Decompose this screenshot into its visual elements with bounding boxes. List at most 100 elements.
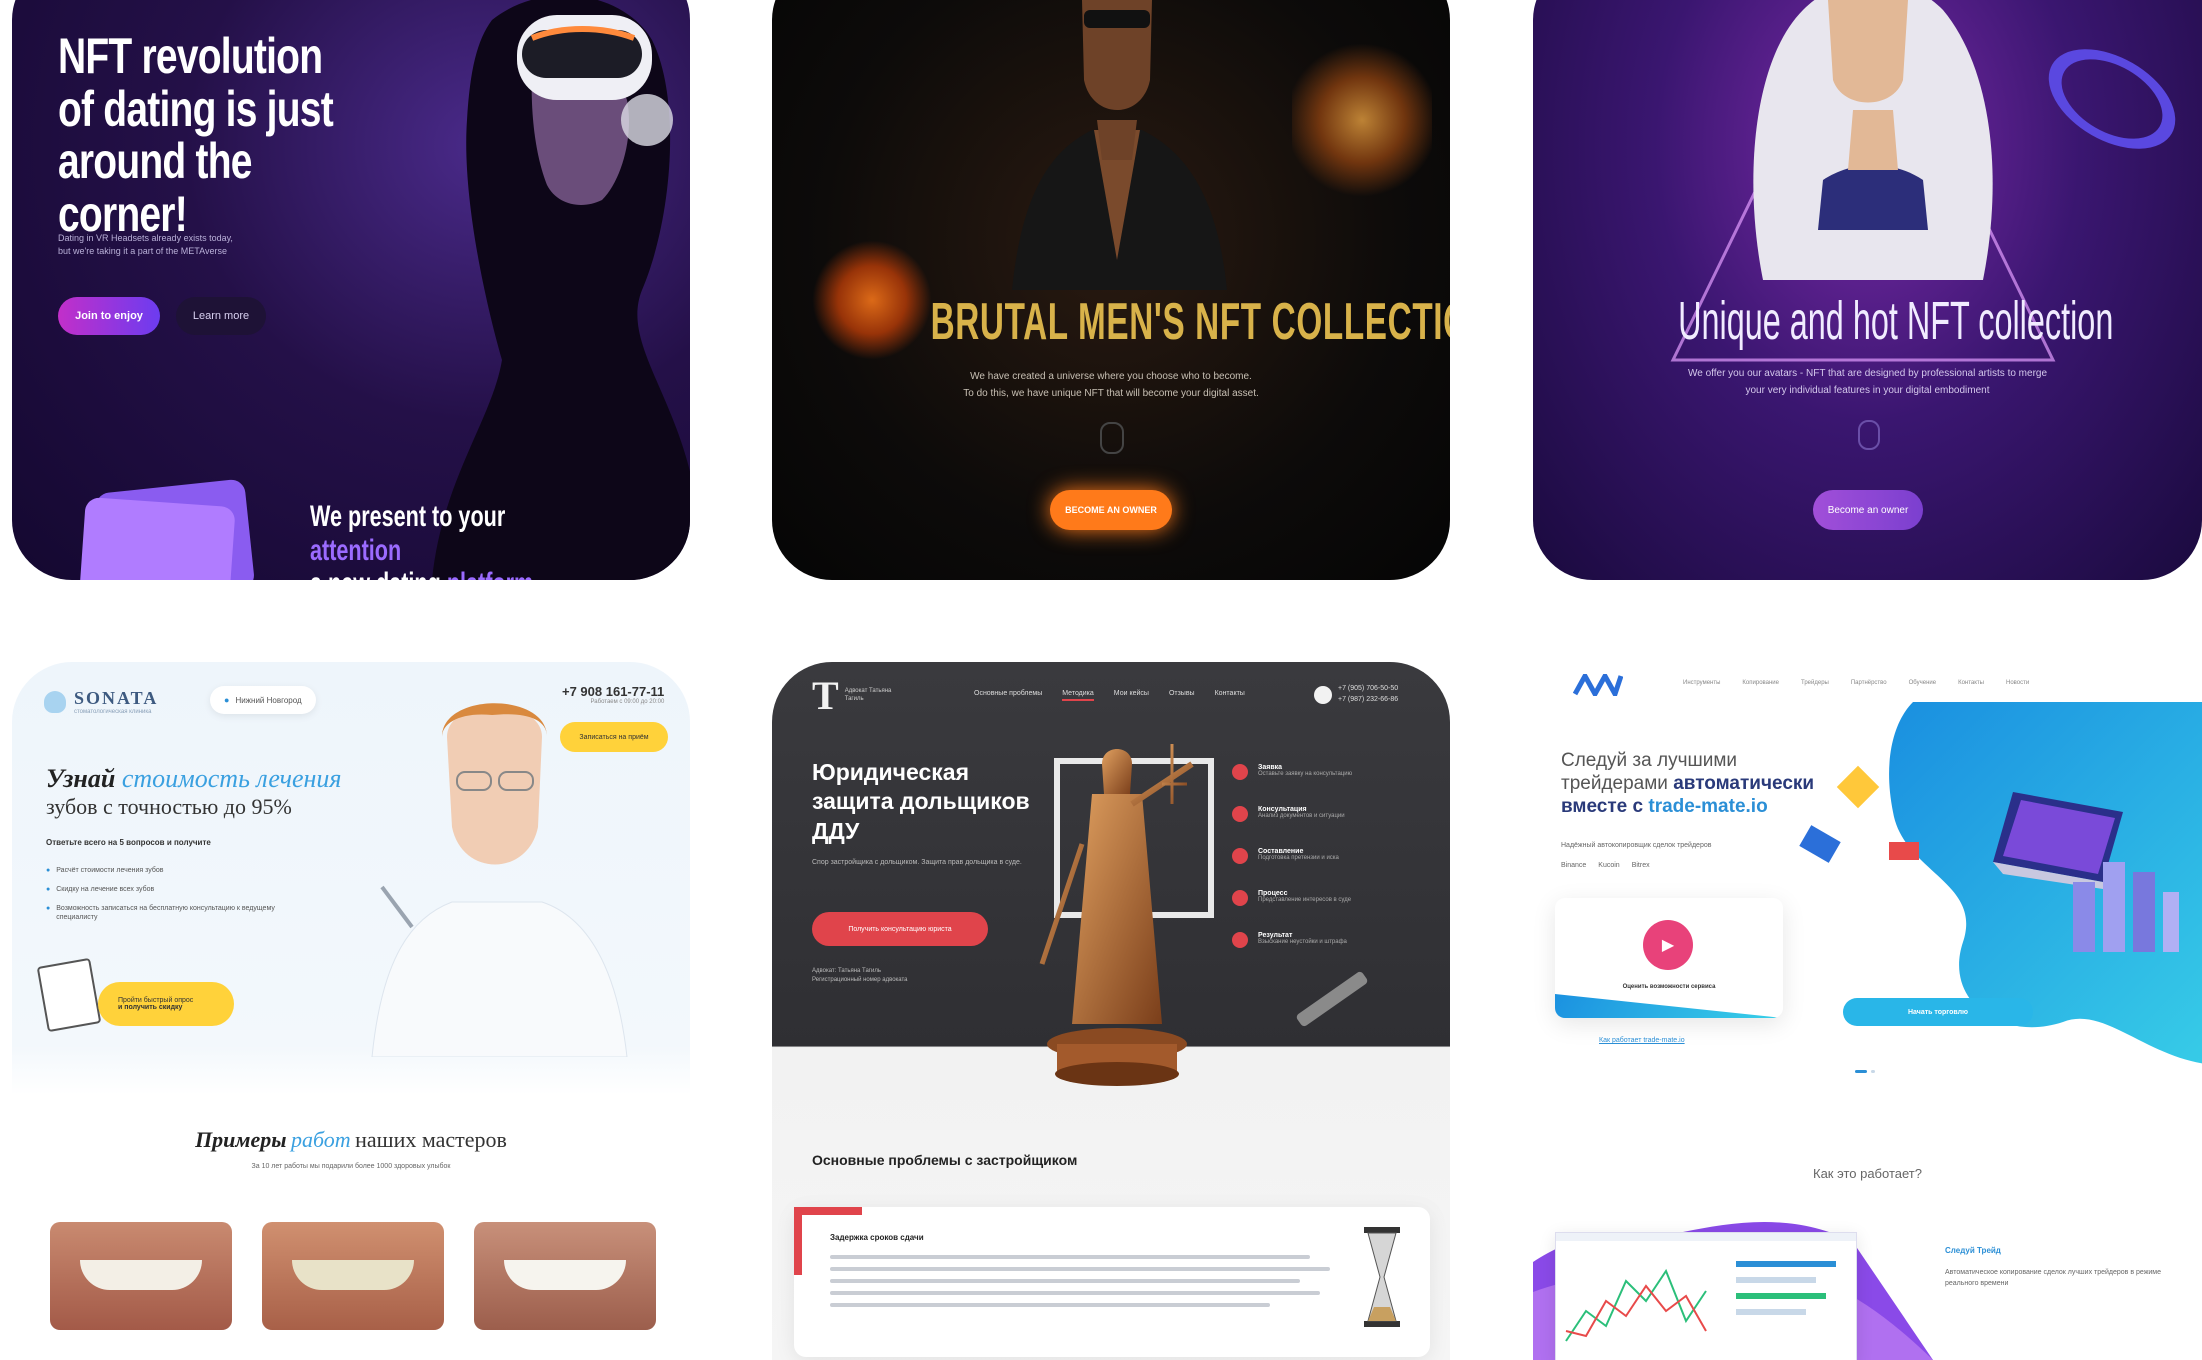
bullet-1: Расчёт стоимости лечения зубов — [56, 867, 164, 874]
examples-title: Примеры работ наших мастеров — [12, 1127, 690, 1153]
brutal-nft-card[interactable]: BRUTAL MEN'S NFT COLLECTION We have crea… — [772, 0, 1450, 580]
legal-headline: Юридическая защита дольщиков ДДУ — [812, 758, 1030, 846]
nav-item-contacts[interactable]: Контакты — [1215, 690, 1245, 701]
phone-2[interactable]: +7 (987) 232-66-86 — [1338, 695, 1398, 706]
tagline-2b: platform — [447, 567, 533, 580]
step-5-title: Результат — [1258, 932, 1293, 939]
trade-subtext: Надёжный автокопировщик сделок трейдеров — [1561, 842, 1712, 849]
brutal-title-wrap: BRUTAL MEN'S NFT COLLECTION — [772, 292, 1450, 352]
how-it-works-link[interactable]: Как работает trade-mate.io — [1599, 1037, 1685, 1044]
headline-2: защита дольщиков — [812, 788, 1030, 815]
trade-mate-card[interactable]: Инструменты Копирование Трейдеры Партнёр… — [1533, 662, 2202, 1360]
how-title: Как это работает? — [1813, 1166, 1922, 1181]
headline-3: ДДУ — [812, 817, 860, 844]
step-2-title: Консультация — [1258, 806, 1307, 813]
step-4-title: Процесс — [1258, 890, 1288, 897]
logo-letter: T — [812, 673, 839, 718]
bullet-3: Возможность записаться на бесплатную кон… — [56, 905, 275, 922]
hero-headline: NFT revolution of dating is just around … — [58, 30, 458, 240]
city-selector[interactable]: ● Нижний Новгород — [210, 686, 316, 714]
address-2: Регистрационный номер адвоката — [812, 977, 908, 983]
nav-traders[interactable]: Трейдеры — [1801, 680, 1829, 686]
nav-news[interactable]: Новости — [2006, 680, 2029, 686]
city-label: Нижний Новгород — [235, 695, 302, 705]
scroll-mouse-icon — [1858, 420, 1880, 450]
headline-line-2: of dating is just — [58, 80, 334, 137]
tooth-logo-icon — [44, 690, 66, 713]
nav-learning[interactable]: Обучение — [1909, 680, 1936, 686]
nav-copy[interactable]: Копирование — [1742, 680, 1779, 686]
unique-subtext: We offer you our avatars - NFT that are … — [1533, 365, 2202, 399]
logo-text: SONATA — [74, 688, 159, 708]
nav-item-reviews[interactable]: Отзывы — [1169, 690, 1195, 701]
step-1-text: Оставьте заявку на консультацию — [1258, 771, 1353, 777]
join-button[interactable]: Join to enjoy — [58, 297, 160, 335]
brutal-sub-1: We have created a universe where you cho… — [970, 371, 1252, 382]
headline-1a: Узнай — [46, 764, 116, 793]
check-icon: ● — [46, 886, 51, 894]
legal-phones: +7 (905) 706-50-50 +7 (987) 232-66-86 — [1338, 684, 1398, 705]
bullet-2: Скидку на лечение всех зубов — [56, 886, 155, 894]
step-3-title: Составление — [1258, 848, 1304, 855]
nav-item-method[interactable]: Методика — [1062, 690, 1094, 701]
man-figure — [1002, 0, 1232, 290]
smile-example-3[interactable] — [474, 1222, 656, 1330]
smile-example-1[interactable] — [50, 1222, 232, 1330]
nav-partners[interactable]: Партнёрство — [1851, 680, 1887, 686]
server-blocks — [2063, 852, 2183, 972]
subtext-line-2: but we're taking it a part of the METAve… — [58, 245, 227, 256]
subtext-line-1: Dating in VR Headsets already exists tod… — [58, 233, 233, 243]
dental-logo: SONATA стоматологическая клиника — [44, 688, 158, 715]
gavel-icon — [1295, 970, 1369, 1028]
examples-subtitle: За 10 лет работы мы подарили более 1000 … — [251, 1163, 451, 1170]
hourglass-icon — [1362, 1227, 1402, 1327]
nav-item-problems[interactable]: Основные проблемы — [974, 690, 1042, 701]
examples-b: работ — [290, 1127, 351, 1152]
themis-statue — [1022, 724, 1202, 1104]
slider-dots — [1855, 1070, 1875, 1073]
phone-1[interactable]: +7 (905) 706-50-50 — [1338, 684, 1398, 695]
unique-title: Unique and hot NFT collection — [1678, 291, 2114, 351]
purple-cards-graphic — [78, 478, 280, 580]
headline-3b: trade-mate.io — [1648, 795, 1768, 817]
headline-line-3: around the corner! — [58, 133, 252, 242]
play-icon[interactable]: ▶ — [1643, 920, 1693, 970]
smile-example-2[interactable] — [262, 1222, 444, 1330]
consultation-button[interactable]: Получить консультацию юриста — [812, 912, 988, 946]
cta-line-1: Пройти быстрый опрос — [118, 997, 194, 1004]
exchange-bitrex: Bitrex — [1631, 862, 1650, 869]
nav-contacts[interactable]: Контакты — [1958, 680, 1984, 686]
step-1-title: Заявка — [1258, 764, 1283, 771]
tagline-2a: a new dating — [310, 567, 441, 580]
cta-line-2: и получить скидку — [118, 1004, 183, 1011]
video-card[interactable]: ▶ Оценить возможности сервиса — [1555, 898, 1783, 1018]
quiz-cta-button[interactable]: Пройти быстрый опрос и получить скидку — [98, 982, 234, 1026]
legal-protection-card[interactable]: T Адвокат Татьяна Тагиль Основные пробле… — [772, 662, 1450, 1360]
unique-title-wrap: Unique and hot NFT collection — [1533, 290, 2202, 352]
step-title: Следуй Трейд — [1945, 1246, 2001, 1255]
dentist-figure — [342, 677, 642, 1058]
bottom-tagline: We present to your attention a new datin… — [310, 500, 569, 580]
nav-tools[interactable]: Инструменты — [1683, 680, 1720, 686]
exchange-binance: Binance — [1561, 862, 1587, 869]
problems-section-title: Основные проблемы с застройщиком — [812, 1152, 1078, 1168]
nft-dating-card[interactable]: NFT revolution of dating is just around … — [12, 0, 690, 580]
headline-1b: стоимость лечения — [121, 764, 342, 793]
nav-item-cases[interactable]: Мои кейсы — [1114, 690, 1149, 701]
unique-sub-2: your very individual features in your di… — [1745, 385, 1990, 396]
clipboard-icon — [36, 957, 102, 1033]
problem-card[interactable]: Задержка сроков сдачи — [794, 1207, 1430, 1357]
examples-c: наших мастеров — [355, 1127, 507, 1152]
brutal-title: BRUTAL MEN'S NFT COLLECTION — [930, 293, 1450, 351]
dental-bullets: ● Расчёт стоимости лечения зубов ● Скидку … — [46, 866, 276, 922]
exchange-kucoin: Kucoin — [1598, 862, 1620, 869]
become-owner-button[interactable]: BECOME AN OWNER — [1050, 490, 1172, 530]
become-owner-button[interactable]: Become an owner — [1813, 490, 1923, 530]
legal-nav: Основные проблемы Методика Мои кейсы Отз… — [974, 690, 1245, 701]
learn-more-button[interactable]: Learn more — [176, 297, 266, 335]
legal-address: Адвокат: Татьяна Тагиль Регистрационный … — [812, 967, 908, 985]
dental-clinic-card[interactable]: SONATA стоматологическая клиника ● Нижни… — [12, 662, 690, 1360]
unique-nft-card[interactable]: Unique and hot NFT collection We offer y… — [1533, 0, 2202, 580]
scroll-mouse-icon — [1100, 422, 1124, 454]
start-trading-button[interactable]: Начать торговлю — [1843, 998, 2033, 1026]
